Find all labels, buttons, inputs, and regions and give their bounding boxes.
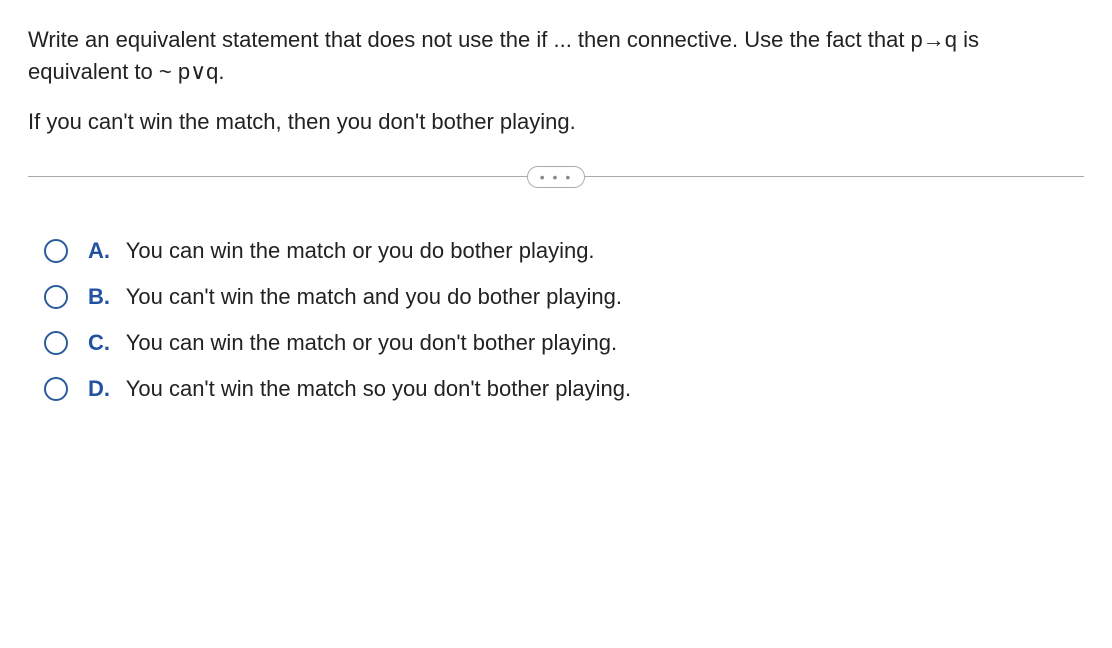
divider-line-right bbox=[585, 176, 1084, 177]
radio-b[interactable] bbox=[44, 285, 68, 309]
divider-line-left bbox=[28, 176, 527, 177]
option-letter: C. bbox=[88, 330, 110, 355]
option-b[interactable]: B. You can't win the match and you do bo… bbox=[44, 284, 1084, 310]
question-statement: If you can't win the match, then you don… bbox=[28, 106, 1084, 138]
option-text: You can win the match or you do bother p… bbox=[126, 238, 595, 263]
option-a[interactable]: A. You can win the match or you do bothe… bbox=[44, 238, 1084, 264]
option-text: You can win the match or you don't bothe… bbox=[126, 330, 617, 355]
radio-c[interactable] bbox=[44, 331, 68, 355]
section-divider: • • • bbox=[28, 166, 1084, 188]
question-prompt: Write an equivalent statement that does … bbox=[28, 24, 1084, 88]
options-list: A. You can win the match or you do bothe… bbox=[28, 238, 1084, 402]
option-letter: B. bbox=[88, 284, 110, 309]
divider-pill-icon[interactable]: • • • bbox=[527, 166, 585, 188]
option-letter: D. bbox=[88, 376, 110, 401]
option-text: You can't win the match and you do bothe… bbox=[126, 284, 622, 309]
option-d[interactable]: D. You can't win the match so you don't … bbox=[44, 376, 1084, 402]
option-letter: A. bbox=[88, 238, 110, 263]
radio-a[interactable] bbox=[44, 239, 68, 263]
radio-d[interactable] bbox=[44, 377, 68, 401]
option-c[interactable]: C. You can win the match or you don't bo… bbox=[44, 330, 1084, 356]
option-text: You can't win the match so you don't bot… bbox=[126, 376, 631, 401]
